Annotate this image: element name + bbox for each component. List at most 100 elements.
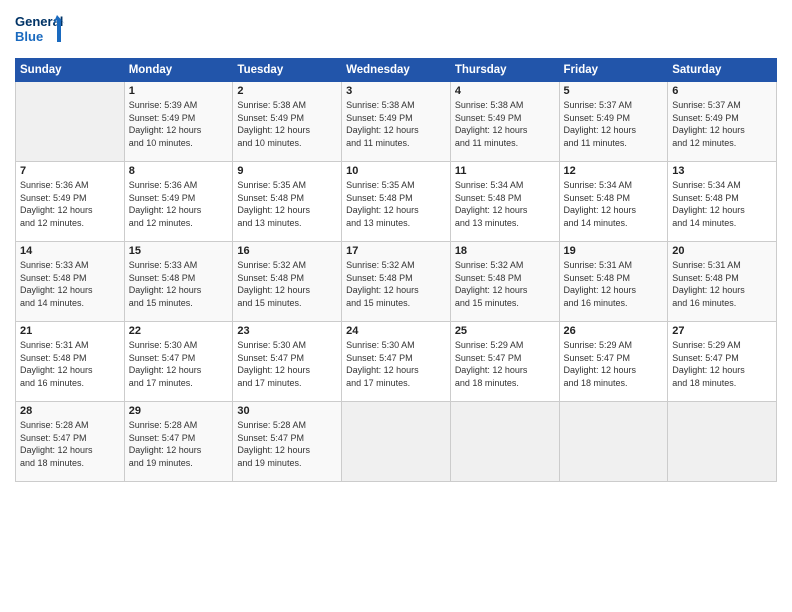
day-info: Sunrise: 5:28 AM Sunset: 5:47 PM Dayligh… <box>20 419 120 469</box>
calendar-cell: 27 Sunrise: 5:29 AM Sunset: 5:47 PM Dayli… <box>668 322 777 402</box>
day-info: Sunrise: 5:31 AM Sunset: 5:48 PM Dayligh… <box>20 339 120 389</box>
day-number: 15 <box>129 245 229 257</box>
day-info: Sunrise: 5:32 AM Sunset: 5:48 PM Dayligh… <box>237 259 337 309</box>
day-info: Sunrise: 5:39 AM Sunset: 5:49 PM Dayligh… <box>129 99 229 149</box>
calendar-cell <box>450 402 559 482</box>
day-number: 28 <box>20 405 120 417</box>
calendar-cell: 22 Sunrise: 5:30 AM Sunset: 5:47 PM Dayli… <box>124 322 233 402</box>
calendar-cell: 11Sunrise: 5:34 AM Sunset: 5:48 PM Dayli… <box>450 162 559 242</box>
day-info: Sunrise: 5:36 AM Sunset: 5:49 PM Dayligh… <box>20 179 120 229</box>
day-number: 24 <box>346 325 446 337</box>
weekday-header: Monday <box>124 59 233 82</box>
day-number: 17 <box>346 245 446 257</box>
calendar-cell: 26 Sunrise: 5:29 AM Sunset: 5:47 PM Dayli… <box>559 322 668 402</box>
calendar-cell: 3 Sunrise: 5:38 AM Sunset: 5:49 PM Daylig… <box>342 82 451 162</box>
calendar-table: SundayMondayTuesdayWednesdayThursdayFrid… <box>15 58 777 482</box>
calendar-cell: 2 Sunrise: 5:38 AM Sunset: 5:49 PM Daylig… <box>233 82 342 162</box>
day-number: 4 <box>455 85 555 97</box>
day-number: 26 <box>564 325 664 337</box>
day-info: Sunrise: 5:38 AM Sunset: 5:49 PM Dayligh… <box>455 99 555 149</box>
day-info: Sunrise: 5:35 AM Sunset: 5:48 PM Dayligh… <box>346 179 446 229</box>
day-number: 12 <box>564 165 664 177</box>
calendar-cell: 8Sunrise: 5:36 AM Sunset: 5:49 PM Daylig… <box>124 162 233 242</box>
calendar-cell: 30 Sunrise: 5:28 AM Sunset: 5:47 PM Dayli… <box>233 402 342 482</box>
calendar-cell <box>559 402 668 482</box>
calendar-cell: 15Sunrise: 5:33 AM Sunset: 5:48 PM Dayli… <box>124 242 233 322</box>
calendar-cell: 28 Sunrise: 5:28 AM Sunset: 5:47 PM Dayli… <box>16 402 125 482</box>
day-info: Sunrise: 5:33 AM Sunset: 5:48 PM Dayligh… <box>20 259 120 309</box>
calendar-cell: 21 Sunrise: 5:31 AM Sunset: 5:48 PM Dayli… <box>16 322 125 402</box>
day-number: 14 <box>20 245 120 257</box>
day-number: 22 <box>129 325 229 337</box>
weekday-header: Tuesday <box>233 59 342 82</box>
day-info: Sunrise: 5:37 AM Sunset: 5:49 PM Dayligh… <box>564 99 664 149</box>
day-info: Sunrise: 5:30 AM Sunset: 5:47 PM Dayligh… <box>129 339 229 389</box>
calendar-week-row: 7 Sunrise: 5:36 AM Sunset: 5:49 PM Daylig… <box>16 162 777 242</box>
day-info: Sunrise: 5:28 AM Sunset: 5:47 PM Dayligh… <box>129 419 229 469</box>
calendar-cell: 25 Sunrise: 5:29 AM Sunset: 5:47 PM Dayli… <box>450 322 559 402</box>
day-info: Sunrise: 5:32 AM Sunset: 5:48 PM Dayligh… <box>455 259 555 309</box>
calendar-cell <box>668 402 777 482</box>
calendar-cell <box>342 402 451 482</box>
day-info: Sunrise: 5:29 AM Sunset: 5:47 PM Dayligh… <box>672 339 772 389</box>
calendar-week-row: 1 Sunrise: 5:39 AM Sunset: 5:49 PM Daylig… <box>16 82 777 162</box>
svg-text:General: General <box>15 14 63 29</box>
page-header: GeneralBlue <box>15 10 777 50</box>
calendar-cell: 6 Sunrise: 5:37 AM Sunset: 5:49 PM Daylig… <box>668 82 777 162</box>
calendar-cell: 1 Sunrise: 5:39 AM Sunset: 5:49 PM Daylig… <box>124 82 233 162</box>
svg-text:Blue: Blue <box>15 29 43 44</box>
day-number: 2 <box>237 85 337 97</box>
calendar-cell: 18 Sunrise: 5:32 AM Sunset: 5:48 PM Dayli… <box>450 242 559 322</box>
day-number: 5 <box>564 85 664 97</box>
day-number: 18 <box>455 245 555 257</box>
day-info: Sunrise: 5:38 AM Sunset: 5:49 PM Dayligh… <box>346 99 446 149</box>
calendar-cell: 7 Sunrise: 5:36 AM Sunset: 5:49 PM Daylig… <box>16 162 125 242</box>
calendar-week-row: 28 Sunrise: 5:28 AM Sunset: 5:47 PM Dayli… <box>16 402 777 482</box>
calendar-cell: 13Sunrise: 5:34 AM Sunset: 5:48 PM Dayli… <box>668 162 777 242</box>
day-info: Sunrise: 5:31 AM Sunset: 5:48 PM Dayligh… <box>564 259 664 309</box>
day-number: 19 <box>564 245 664 257</box>
calendar-cell: 20 Sunrise: 5:31 AM Sunset: 5:48 PM Dayli… <box>668 242 777 322</box>
day-info: Sunrise: 5:28 AM Sunset: 5:47 PM Dayligh… <box>237 419 337 469</box>
day-number: 8 <box>129 165 229 177</box>
day-number: 27 <box>672 325 772 337</box>
day-number: 16 <box>237 245 337 257</box>
day-info: Sunrise: 5:35 AM Sunset: 5:48 PM Dayligh… <box>237 179 337 229</box>
day-number: 30 <box>237 405 337 417</box>
weekday-header: Thursday <box>450 59 559 82</box>
day-number: 25 <box>455 325 555 337</box>
day-info: Sunrise: 5:38 AM Sunset: 5:49 PM Dayligh… <box>237 99 337 149</box>
day-number: 3 <box>346 85 446 97</box>
day-info: Sunrise: 5:34 AM Sunset: 5:48 PM Dayligh… <box>564 179 664 229</box>
day-info: Sunrise: 5:29 AM Sunset: 5:47 PM Dayligh… <box>564 339 664 389</box>
calendar-cell: 12 Sunrise: 5:34 AM Sunset: 5:48 PM Dayli… <box>559 162 668 242</box>
calendar-cell: 5 Sunrise: 5:37 AM Sunset: 5:49 PM Daylig… <box>559 82 668 162</box>
calendar-cell <box>16 82 125 162</box>
weekday-header: Saturday <box>668 59 777 82</box>
day-number: 21 <box>20 325 120 337</box>
day-info: Sunrise: 5:32 AM Sunset: 5:48 PM Dayligh… <box>346 259 446 309</box>
calendar-cell: 14 Sunrise: 5:33 AM Sunset: 5:48 PM Dayli… <box>16 242 125 322</box>
calendar-cell: 4 Sunrise: 5:38 AM Sunset: 5:49 PM Daylig… <box>450 82 559 162</box>
day-number: 20 <box>672 245 772 257</box>
day-info: Sunrise: 5:30 AM Sunset: 5:47 PM Dayligh… <box>237 339 337 389</box>
logo-svg: GeneralBlue <box>15 10 65 50</box>
weekday-header: Wednesday <box>342 59 451 82</box>
day-number: 6 <box>672 85 772 97</box>
day-info: Sunrise: 5:29 AM Sunset: 5:47 PM Dayligh… <box>455 339 555 389</box>
calendar-cell: 10Sunrise: 5:35 AM Sunset: 5:48 PM Dayli… <box>342 162 451 242</box>
day-info: Sunrise: 5:30 AM Sunset: 5:47 PM Dayligh… <box>346 339 446 389</box>
day-number: 1 <box>129 85 229 97</box>
weekday-header-row: SundayMondayTuesdayWednesdayThursdayFrid… <box>16 59 777 82</box>
calendar-week-row: 21 Sunrise: 5:31 AM Sunset: 5:48 PM Dayli… <box>16 322 777 402</box>
calendar-cell: 17 Sunrise: 5:32 AM Sunset: 5:48 PM Dayli… <box>342 242 451 322</box>
day-number: 9 <box>237 165 337 177</box>
day-number: 23 <box>237 325 337 337</box>
calendar-cell: 19 Sunrise: 5:31 AM Sunset: 5:48 PM Dayli… <box>559 242 668 322</box>
day-info: Sunrise: 5:34 AM Sunset: 5:48 PM Dayligh… <box>455 179 555 229</box>
day-info: Sunrise: 5:31 AM Sunset: 5:48 PM Dayligh… <box>672 259 772 309</box>
day-number: 7 <box>20 165 120 177</box>
day-info: Sunrise: 5:37 AM Sunset: 5:49 PM Dayligh… <box>672 99 772 149</box>
calendar-cell: 29 Sunrise: 5:28 AM Sunset: 5:47 PM Dayli… <box>124 402 233 482</box>
day-number: 29 <box>129 405 229 417</box>
